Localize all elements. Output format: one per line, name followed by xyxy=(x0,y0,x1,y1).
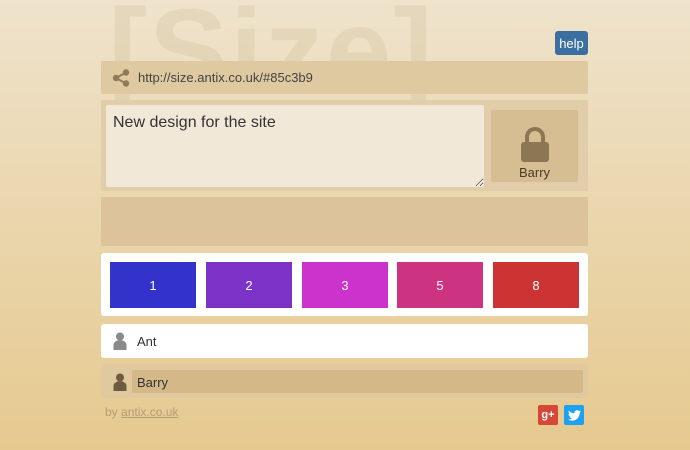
lock-owner-name: Barry xyxy=(518,165,551,180)
twitter-icon[interactable] xyxy=(564,405,584,425)
size-card-5[interactable]: 5 xyxy=(397,262,483,308)
share-url[interactable]: http://size.antix.co.uk/#85c3b9 xyxy=(138,70,313,85)
user-name-field[interactable] xyxy=(132,370,583,393)
design-panel: New design for the site Barry xyxy=(101,100,588,191)
google-plus-icon[interactable]: g+ xyxy=(538,405,558,425)
person-icon xyxy=(113,332,127,350)
share-icon[interactable] xyxy=(112,69,130,87)
share-url-bar: http://size.antix.co.uk/#85c3b9 xyxy=(101,61,588,94)
user-name: Ant xyxy=(137,334,157,349)
help-button[interactable]: help xyxy=(555,31,588,55)
lock-icon xyxy=(521,127,549,162)
user-row-ant[interactable]: Ant xyxy=(101,324,588,358)
user-row-barry[interactable]: Barry xyxy=(101,364,588,398)
result-panel xyxy=(101,197,588,246)
footer-credit: by antix.co.uk xyxy=(105,405,178,419)
size-card-3[interactable]: 3 xyxy=(302,262,388,308)
user-name: Barry xyxy=(137,375,169,390)
lock-card[interactable]: Barry xyxy=(491,110,578,182)
size-card-1[interactable]: 1 xyxy=(110,262,196,308)
design-description-input[interactable]: New design for the site xyxy=(106,105,484,187)
size-card-2[interactable]: 2 xyxy=(206,262,292,308)
twitter-bird-icon xyxy=(567,409,581,421)
size-card-8[interactable]: 8 xyxy=(493,262,579,308)
footer-by-prefix: by xyxy=(105,405,118,419)
person-icon xyxy=(113,373,127,391)
size-cards: 1 2 3 5 8 xyxy=(101,253,588,316)
antix-link[interactable]: antix.co.uk xyxy=(121,405,178,419)
